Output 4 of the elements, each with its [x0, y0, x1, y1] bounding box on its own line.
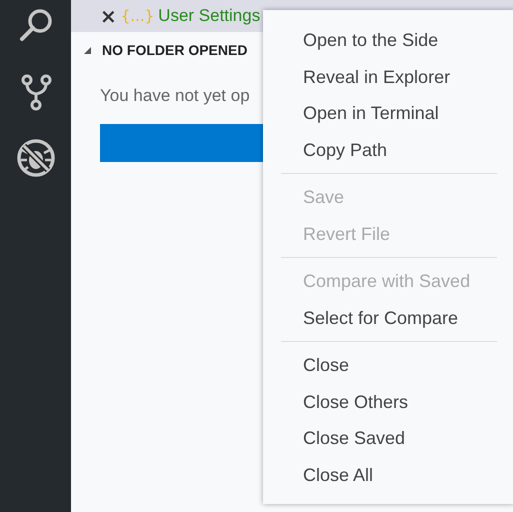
- section-title: NO FOLDER OPENED: [102, 42, 248, 58]
- message-text: You have not yet op: [100, 86, 251, 106]
- file-name: User Settings: [158, 6, 260, 26]
- json-icon: {...}: [120, 7, 154, 25]
